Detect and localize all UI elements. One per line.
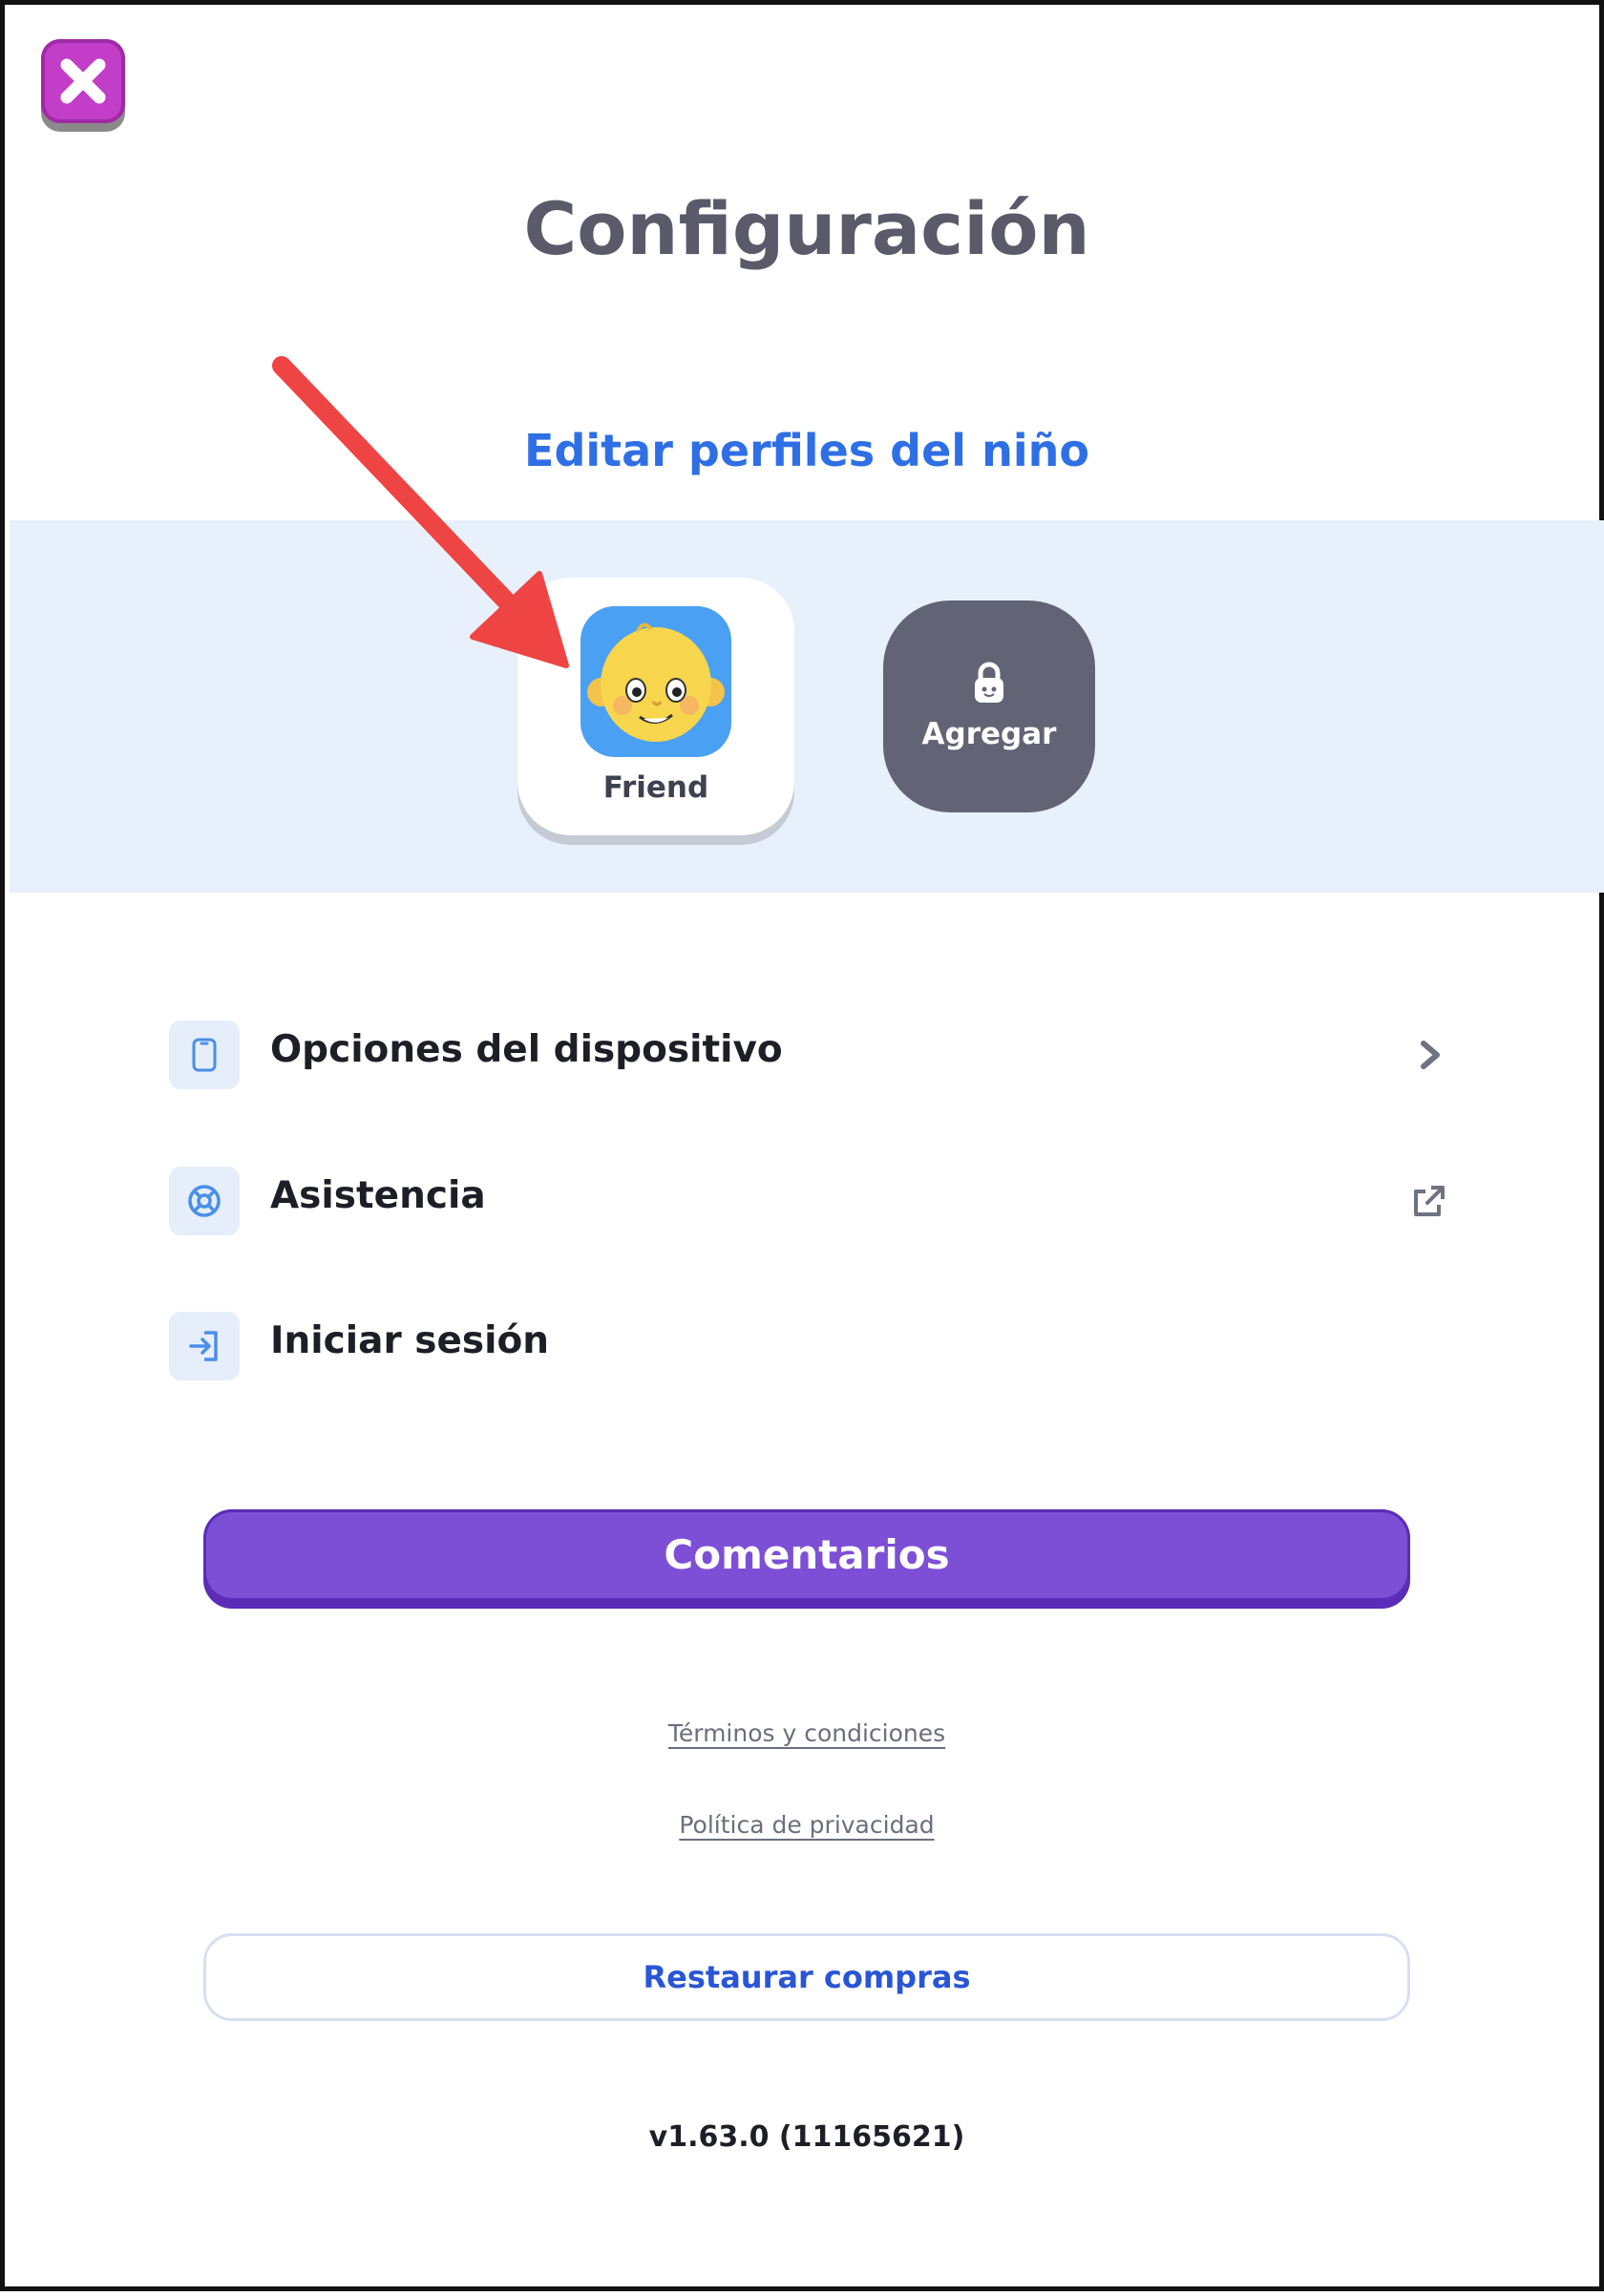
close-x-icon (60, 58, 106, 104)
feedback-button[interactable]: Comentarios (203, 1509, 1410, 1601)
close-button[interactable] (41, 39, 125, 123)
settings-screen: Configuración Editar perfiles del niño F… (0, 0, 1604, 2291)
privacy-link[interactable]: Política de privacidad (679, 1811, 934, 1839)
page-title: Configuración (523, 186, 1090, 271)
phone-icon (169, 1021, 240, 1089)
restore-purchases-button[interactable]: Restaurar compras (203, 1933, 1410, 2021)
chevron-right-icon (1421, 1041, 1440, 1069)
lock-icon (975, 662, 1003, 703)
lifebuoy-icon (169, 1167, 240, 1235)
add-profile-label: Agregar (921, 717, 1057, 751)
sign-in-icon (169, 1312, 240, 1380)
menu-item-sign-in[interactable]: Iniciar sesión (169, 1308, 1448, 1384)
menu-item-support[interactable]: Asistencia (169, 1163, 1448, 1239)
app-version: v1.63.0 (11165621) (648, 2120, 965, 2154)
profiles-band (10, 520, 1604, 893)
terms-row: Términos y condiciones (5, 1719, 1604, 1747)
menu-item-label: Asistencia (270, 1174, 486, 1217)
edit-child-profiles-link[interactable]: Editar perfiles del niño (5, 425, 1604, 476)
menu-item-label: Opciones del dispositivo (270, 1028, 783, 1071)
menu-item-device-options[interactable]: Opciones del dispositivo (169, 1017, 1448, 1093)
external-link-icon (1414, 1186, 1445, 1216)
terms-link[interactable]: Términos y condiciones (668, 1719, 945, 1747)
profile-card-friend[interactable]: Friend (517, 578, 794, 835)
add-profile-button[interactable]: Agregar (883, 600, 1095, 812)
menu-item-label: Iniciar sesión (270, 1319, 550, 1362)
profile-name: Friend (602, 770, 709, 805)
child-face-avatar-icon (580, 606, 731, 757)
privacy-row: Política de privacidad (5, 1811, 1604, 1839)
